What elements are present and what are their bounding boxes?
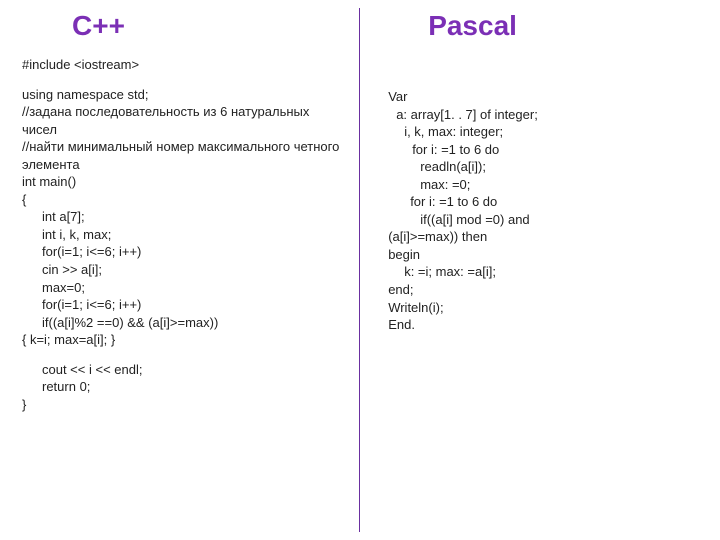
p-if1: if((a[i] mod =0) and	[388, 211, 698, 229]
p-ikm: i, k, max: integer;	[388, 123, 698, 141]
cpp-code: using namespace std; //задана последоват…	[22, 86, 341, 349]
cpp-ns: using namespace std;	[22, 86, 341, 104]
cpp-if: if((a[i]%2 ==0) && (a[i]>=max))	[22, 314, 341, 332]
p-body: k: =i; max: =a[i];	[388, 263, 698, 281]
cpp-vars: int i, k, max;	[22, 226, 341, 244]
title-cpp: С++	[22, 10, 341, 42]
cpp-comment-2: //найти минимальный номер максимального …	[22, 138, 341, 173]
slide: С++ #include <iostream> using namespace …	[0, 0, 720, 540]
cpp-return: return 0;	[22, 378, 341, 396]
cpp-cin: cin >> a[i];	[22, 261, 341, 279]
column-pascal: Pascal Var a: array[1. . 7] of integer; …	[360, 8, 698, 532]
title-pascal: Pascal	[388, 10, 698, 42]
cpp-open-brace: {	[22, 191, 341, 209]
p-endprog: End.	[388, 316, 698, 334]
column-cpp: С++ #include <iostream> using namespace …	[22, 8, 360, 532]
p-read: readln(a[i]);	[388, 158, 698, 176]
p-if2: (a[i]>=max)) then	[388, 228, 698, 246]
cpp-main: int main()	[22, 173, 341, 191]
p-max0: max: =0;	[388, 176, 698, 194]
cpp-for2: for(i=1; i<=6; i++)	[22, 296, 341, 314]
p-for2: for i: =1 to 6 do	[388, 193, 698, 211]
cpp-max0: max=0;	[22, 279, 341, 297]
p-write: Writeln(i);	[388, 299, 698, 317]
pascal-code: Var a: array[1. . 7] of integer; i, k, m…	[388, 88, 698, 334]
cpp-for1: for(i=1; i<=6; i++)	[22, 243, 341, 261]
cpp-comment-1: //задана последовательность из 6 натурал…	[22, 103, 341, 138]
cpp-include: #include <iostream>	[22, 56, 341, 74]
cpp-close-brace: }	[22, 396, 341, 414]
cpp-cout: cout << i << endl;	[22, 361, 341, 379]
cpp-tail: cout << i << endl; return 0; }	[22, 361, 341, 414]
cpp-arr: int a[7];	[22, 208, 341, 226]
p-a: a: array[1. . 7] of integer;	[388, 106, 698, 124]
p-begin: begin	[388, 246, 698, 264]
p-var: Var	[388, 88, 698, 106]
p-end: end;	[388, 281, 698, 299]
p-for1: for i: =1 to 6 do	[388, 141, 698, 159]
cpp-body: { k=i; max=a[i]; }	[22, 331, 341, 349]
